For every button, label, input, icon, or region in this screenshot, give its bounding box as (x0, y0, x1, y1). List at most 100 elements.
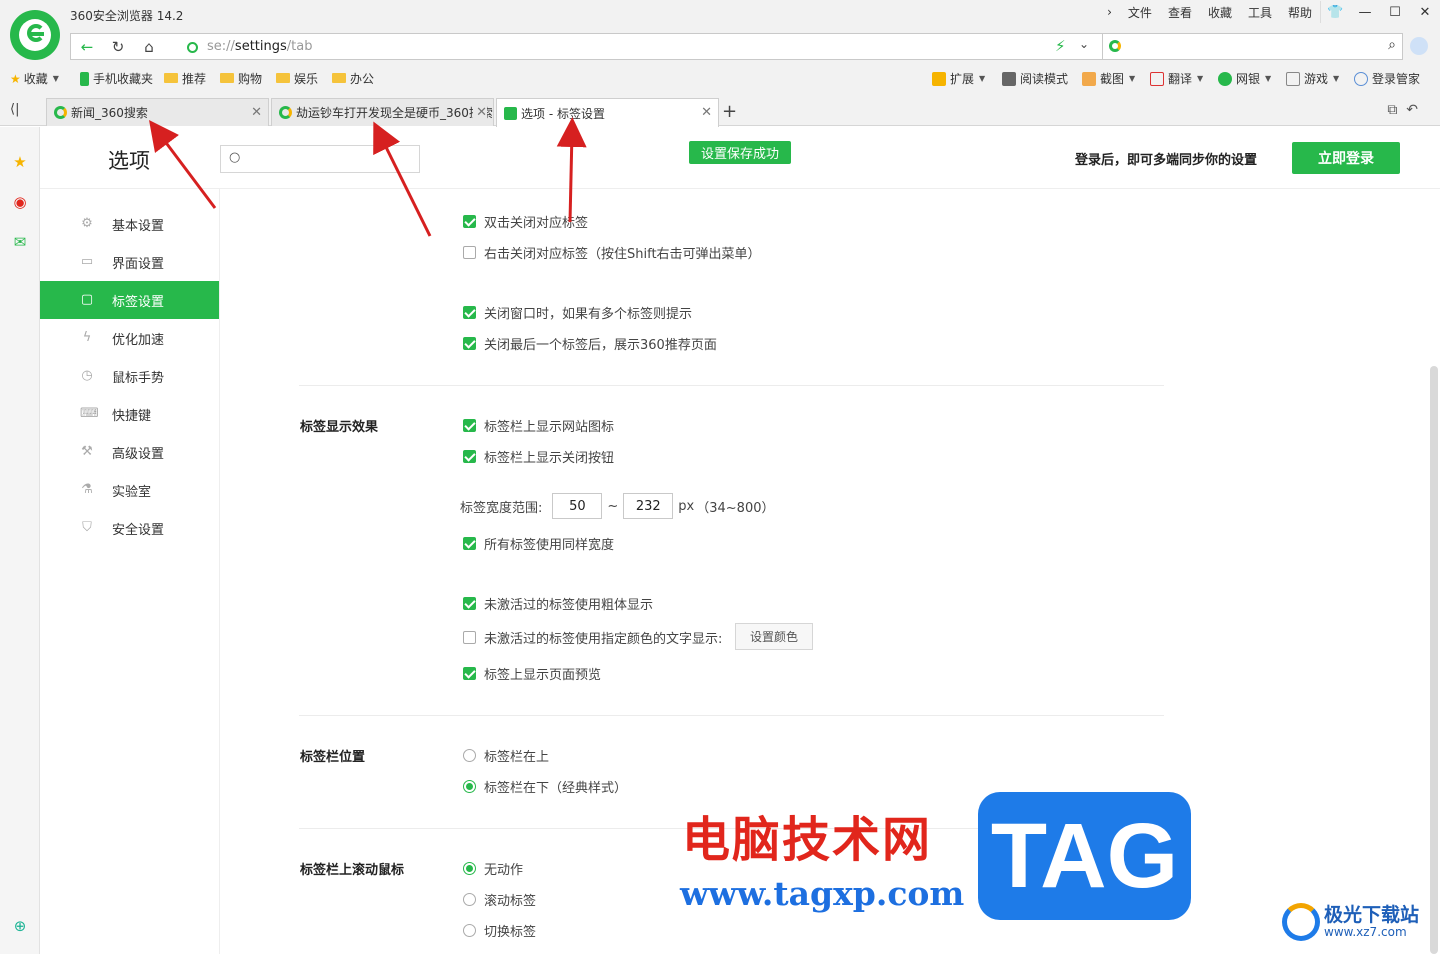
checkbox[interactable] (463, 597, 476, 610)
opt-scroll-none[interactable]: 无动作 (463, 859, 523, 878)
login-button[interactable]: 立即登录 (1292, 142, 1400, 174)
sidebar-add-icon[interactable]: ⊕ (11, 917, 29, 935)
wrench-icon: ⚒ (81, 444, 93, 459)
nav-lab[interactable]: ⚗ 实验室 (40, 471, 220, 509)
opt-show-close-button[interactable]: 标签栏上显示关闭按钮 (463, 447, 614, 466)
checkbox[interactable] (463, 215, 476, 228)
star-icon: ★ (10, 71, 21, 86)
tab-close-icon[interactable]: ✕ (698, 105, 712, 120)
bank-icon (1218, 71, 1232, 86)
menu-chevron-icon[interactable]: › (1099, 5, 1120, 19)
url-text[interactable]: se://settings/tab (207, 39, 312, 54)
nav-basic[interactable]: ⚙ 基本设置 (40, 205, 220, 243)
nav-interface[interactable]: ▭ 界面设置 (40, 243, 220, 281)
radio[interactable] (463, 749, 476, 762)
tab-tools-icons[interactable]: ⧉ ↶ (1387, 102, 1418, 118)
checkbox[interactable] (463, 450, 476, 463)
toolbar-screenshot[interactable]: 截图 ▼ (1082, 70, 1135, 87)
opt-inactive-bold[interactable]: 未激活过的标签使用粗体显示 (463, 594, 653, 613)
tab-news[interactable]: 新闻_360搜索 ✕ (46, 98, 269, 126)
checkbox[interactable] (463, 631, 476, 644)
opt-close-last-tab[interactable]: 关闭最后一个标签后，展示360推荐页面 (463, 334, 717, 353)
mail-icon[interactable]: ✉ (11, 233, 29, 251)
opt-scroll-switch[interactable]: 切换标签 (463, 921, 536, 940)
nav-mouse[interactable]: ◷ 鼠标手势 (40, 357, 220, 395)
menu-view[interactable]: 查看 (1160, 4, 1200, 21)
sidebar-toggle-icon[interactable]: ⟨| (10, 102, 19, 117)
chevron-down-icon[interactable]: ⌄ (1079, 37, 1089, 51)
address-bar[interactable]: ← ↻ ⌂ se://settings/tab ⚡ ⌄ (70, 33, 1103, 60)
skin-icon[interactable]: 👕 (1320, 1, 1350, 23)
toolbar-bank[interactable]: 网银 ▼ (1218, 70, 1271, 87)
minimize-button[interactable]: — (1350, 1, 1380, 23)
radio[interactable] (463, 780, 476, 793)
menu-tools[interactable]: 工具 (1240, 4, 1280, 21)
toolbar-reading-mode[interactable]: 阅读模式 (1002, 70, 1068, 87)
opt-double-click-close[interactable]: 双击关闭对应标签 (463, 212, 588, 231)
tab-close-icon[interactable]: ✕ (248, 105, 262, 120)
toolbar-translate[interactable]: 翻译 ▼ (1150, 70, 1203, 87)
new-tab-button[interactable]: + (722, 101, 737, 122)
opt-inactive-color[interactable]: 未激活过的标签使用指定颜色的文字显示: (463, 628, 722, 647)
search-engine-box[interactable]: ⌕ (1103, 33, 1403, 60)
bookmark-mobile[interactable]: 手机收藏夹 (80, 70, 153, 87)
nav-tabs[interactable]: ▢ 标签设置 (40, 281, 220, 319)
section-position: 标签栏位置 (300, 750, 366, 765)
radio[interactable] (463, 924, 476, 937)
tab-width-min-input[interactable]: 50 (552, 493, 603, 519)
opt-right-click-close[interactable]: 右击关闭对应标签（按住Shift右击可弹出菜单） (463, 243, 761, 262)
search-icon[interactable]: ⌕ (1388, 37, 1396, 53)
menu-help[interactable]: 帮助 (1280, 4, 1320, 21)
toolbar-extensions[interactable]: 扩展 ▼ (932, 70, 985, 87)
nav-security[interactable]: ⛉ 安全设置 (40, 509, 220, 547)
radio[interactable] (463, 862, 476, 875)
home-button[interactable]: ⌂ (135, 36, 163, 58)
nav-optimize[interactable]: ϟ 优化加速 (40, 319, 220, 357)
opt-show-preview[interactable]: 标签上显示页面预览 (463, 664, 601, 683)
checkbox[interactable] (463, 537, 476, 550)
tab-search-result[interactable]: 劫运钞车打开发现全是硬币_360搜索 ✕ (271, 98, 494, 126)
search-engine-icon[interactable] (1109, 40, 1121, 52)
saved-toast: 设置保存成功 (689, 141, 791, 164)
opt-same-width[interactable]: 所有标签使用同样宽度 (463, 534, 614, 553)
menu-favorites[interactable]: 收藏 (1200, 4, 1240, 21)
maximize-button[interactable]: ☐ (1380, 1, 1410, 23)
menu-file[interactable]: 文件 (1120, 4, 1160, 21)
opt-position-bottom[interactable]: 标签栏在下（经典样式） (463, 777, 627, 796)
favorites-star-icon[interactable]: ★ (11, 153, 29, 171)
toolbar-login-manager[interactable]: 登录管家 (1354, 70, 1420, 87)
toolbar-games[interactable]: 游戏 ▼ (1286, 70, 1339, 87)
opt-position-top[interactable]: 标签栏在上 (463, 746, 549, 765)
search-favicon-icon (54, 106, 67, 119)
bookmark-recommend[interactable]: 推荐 (164, 70, 206, 87)
close-window-button[interactable]: ✕ (1410, 1, 1440, 23)
opt-show-favicon[interactable]: 标签栏上显示网站图标 (463, 416, 614, 435)
set-color-button[interactable]: 设置颜色 (735, 623, 813, 650)
nav-advanced[interactable]: ⚒ 高级设置 (40, 433, 220, 471)
reload-button[interactable]: ↻ (104, 36, 132, 58)
checkbox[interactable] (463, 246, 476, 259)
back-button[interactable]: ← (73, 36, 101, 58)
opt-close-window-prompt[interactable]: 关闭窗口时，如果有多个标签则提示 (463, 303, 692, 322)
bookmark-favorites[interactable]: ★ 收藏 ▼ (10, 70, 59, 87)
sync-icon[interactable] (1410, 37, 1428, 55)
checkbox[interactable] (463, 667, 476, 680)
tab-width-row: 标签宽度范围: 50 ~ 232 px （34~800） (460, 493, 775, 519)
checkbox[interactable] (463, 337, 476, 350)
settings-search-input[interactable]: ○ (220, 145, 420, 173)
keyboard-icon: ⌨ (80, 406, 99, 421)
bookmark-entertainment[interactable]: 娱乐 (276, 70, 318, 87)
tab-width-max-input[interactable]: 232 (623, 493, 674, 519)
radio[interactable] (463, 893, 476, 906)
bookmark-office[interactable]: 办公 (332, 70, 374, 87)
checkbox[interactable] (463, 419, 476, 432)
checkbox[interactable] (463, 306, 476, 319)
tab-close-icon[interactable]: ✕ (473, 105, 487, 120)
bookmark-shopping[interactable]: 购物 (220, 70, 262, 87)
page-scrollbar[interactable] (1430, 366, 1438, 954)
speed-mode-icon[interactable]: ⚡ (1055, 37, 1066, 55)
tab-settings[interactable]: 选项 - 标签设置 ✕ (496, 98, 719, 127)
nav-shortcuts[interactable]: ⌨ 快捷键 (40, 395, 220, 433)
opt-scroll-tabs[interactable]: 滚动标签 (463, 890, 536, 909)
weibo-icon[interactable]: ◉ (11, 193, 29, 211)
